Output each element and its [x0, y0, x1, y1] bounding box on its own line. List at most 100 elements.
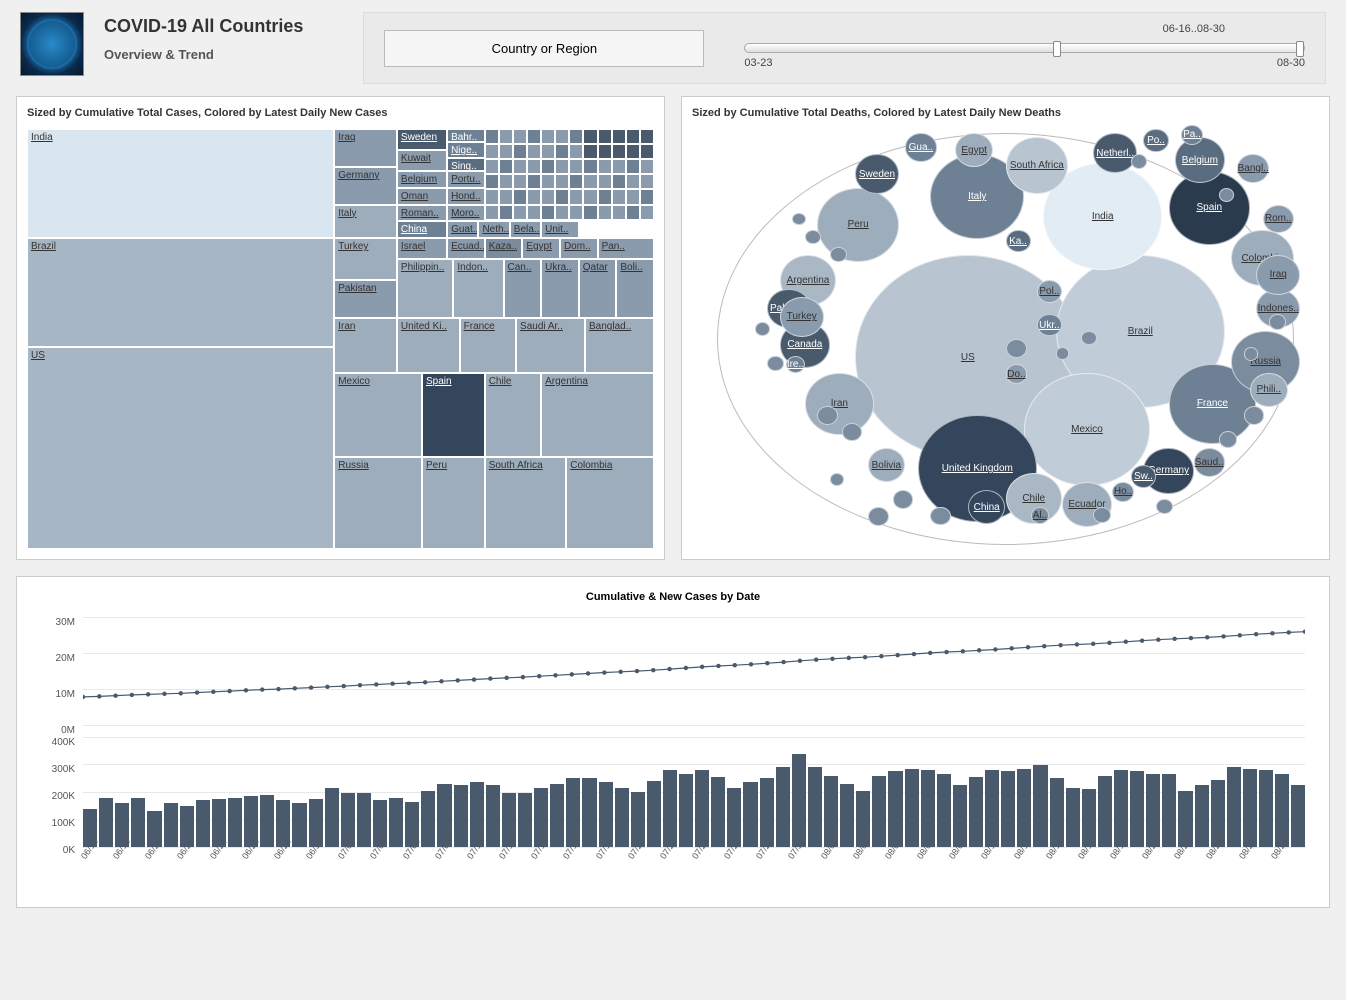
- treemap-cell[interactable]: Brazil: [27, 238, 334, 347]
- slider-handle-right[interactable]: [1296, 41, 1304, 57]
- treemap-cell[interactable]: Ukra..: [541, 259, 579, 318]
- bar[interactable]: [1017, 769, 1031, 847]
- bar[interactable]: [292, 803, 306, 847]
- bar[interactable]: [1066, 788, 1080, 847]
- treemap-cell[interactable]: France: [460, 318, 516, 373]
- treemap-cell[interactable]: Peru: [422, 457, 485, 549]
- bar[interactable]: [1130, 771, 1144, 847]
- treemap-cell[interactable]: South Africa: [485, 457, 567, 549]
- treemap-cell[interactable]: [499, 174, 513, 189]
- bubble-node[interactable]: [1056, 347, 1070, 359]
- treemap-cell[interactable]: Oman: [397, 188, 447, 205]
- treemap-cell[interactable]: Russia: [334, 457, 422, 549]
- treemap-cell[interactable]: Sweden: [397, 129, 447, 150]
- bar[interactable]: [1227, 767, 1241, 847]
- treemap-cell[interactable]: Nige..: [447, 142, 485, 159]
- treemap-cell[interactable]: China: [397, 221, 447, 238]
- bubble-node[interactable]: South Africa: [1006, 137, 1069, 194]
- treemap-cell[interactable]: Ecuad..: [447, 238, 485, 259]
- bar[interactable]: [711, 777, 725, 847]
- bar[interactable]: [582, 778, 596, 847]
- treemap-cell[interactable]: [569, 174, 583, 189]
- treemap-cell[interactable]: [598, 174, 612, 189]
- treemap-cell[interactable]: [612, 205, 626, 220]
- bubble-node[interactable]: Netherl..: [1093, 133, 1137, 173]
- treemap-cell[interactable]: [598, 144, 612, 159]
- treemap-cell[interactable]: [598, 159, 612, 174]
- treemap-cell[interactable]: [513, 159, 527, 174]
- treemap-cell[interactable]: [583, 205, 597, 220]
- treemap-cell[interactable]: Hond..: [447, 188, 485, 205]
- bar[interactable]: [389, 798, 403, 848]
- treemap-cell[interactable]: Chile: [485, 373, 541, 457]
- bubble-node[interactable]: [792, 213, 805, 225]
- bubble-node[interactable]: Ire..: [786, 356, 805, 373]
- bar[interactable]: [647, 781, 661, 847]
- treemap-cell[interactable]: [485, 174, 499, 189]
- treemap-cell[interactable]: Qatar: [579, 259, 617, 318]
- bubble-node[interactable]: [767, 356, 783, 371]
- treemap-cell[interactable]: [612, 174, 626, 189]
- treemap-cell[interactable]: Iraq: [334, 129, 397, 167]
- bar[interactable]: [743, 782, 757, 847]
- bar[interactable]: [1114, 770, 1128, 847]
- treemap-cell[interactable]: [626, 189, 640, 204]
- treemap-cell[interactable]: [541, 189, 555, 204]
- treemap-cell[interactable]: Germany: [334, 167, 397, 205]
- treemap-cell[interactable]: Portu..: [447, 171, 485, 188]
- bubble-node[interactable]: Turkey: [780, 297, 824, 337]
- bar[interactable]: [357, 793, 371, 847]
- treemap-cell[interactable]: Kaza..: [485, 238, 523, 259]
- bubble-node[interactable]: Pa..: [1181, 125, 1203, 145]
- bar[interactable]: [792, 754, 806, 848]
- bubble-node[interactable]: Bolivia: [868, 448, 906, 482]
- bubble-node[interactable]: [893, 490, 914, 509]
- bubble-node[interactable]: [1131, 154, 1147, 169]
- bar[interactable]: [1001, 771, 1015, 847]
- treemap-cell[interactable]: Israel: [397, 238, 447, 259]
- treemap-cell[interactable]: [485, 144, 499, 159]
- bubble-node[interactable]: Po..: [1143, 129, 1168, 152]
- bar[interactable]: [228, 798, 242, 848]
- bubble-node[interactable]: Iraq: [1256, 255, 1300, 295]
- treemap-cell[interactable]: [513, 205, 527, 220]
- bar[interactable]: [663, 770, 677, 847]
- bar[interactable]: [921, 770, 935, 847]
- bubble-node[interactable]: Pol..: [1037, 280, 1062, 303]
- bar[interactable]: [421, 791, 435, 847]
- bubble-node[interactable]: Phili..: [1250, 373, 1288, 407]
- bar[interactable]: [486, 785, 500, 847]
- bar[interactable]: [99, 798, 113, 848]
- bar[interactable]: [1291, 785, 1305, 847]
- bubble-node[interactable]: [830, 247, 847, 262]
- treemap-cell[interactable]: [612, 129, 626, 144]
- bar[interactable]: [1098, 776, 1112, 848]
- treemap-cell[interactable]: Guat..: [447, 221, 478, 238]
- bar[interactable]: [1162, 774, 1176, 847]
- bubble-node[interactable]: Peru: [817, 188, 899, 262]
- bar[interactable]: [325, 788, 339, 847]
- treemap-cell[interactable]: Kuwait: [397, 150, 447, 171]
- treemap-cell[interactable]: Neth..: [478, 221, 509, 238]
- treemap-cell[interactable]: [583, 174, 597, 189]
- bubble-node[interactable]: Rom..: [1263, 205, 1294, 233]
- bubble-node[interactable]: Ka..: [1006, 230, 1031, 253]
- treemap-cell[interactable]: Iran: [334, 318, 397, 373]
- bubble-node[interactable]: Gua..: [905, 133, 936, 161]
- treemap-cell[interactable]: [569, 159, 583, 174]
- bubble-node[interactable]: [1244, 347, 1259, 360]
- treemap-cell[interactable]: Roman..: [397, 205, 447, 222]
- bar[interactable]: [164, 803, 178, 847]
- bar[interactable]: [872, 776, 886, 848]
- treemap-cell[interactable]: Sing..: [447, 158, 485, 171]
- treemap-cell[interactable]: [527, 159, 541, 174]
- treemap-cell[interactable]: [541, 144, 555, 159]
- treemap-cell[interactable]: [513, 174, 527, 189]
- bar[interactable]: [1259, 770, 1273, 847]
- bubble-node[interactable]: Spain: [1169, 171, 1251, 245]
- treemap-cell[interactable]: Philippin..: [397, 259, 453, 318]
- bubble-node[interactable]: Iran: [805, 373, 874, 435]
- country-region-button[interactable]: Country or Region: [384, 30, 704, 67]
- treemap-cell[interactable]: Argentina: [541, 373, 654, 457]
- bar[interactable]: [937, 774, 951, 847]
